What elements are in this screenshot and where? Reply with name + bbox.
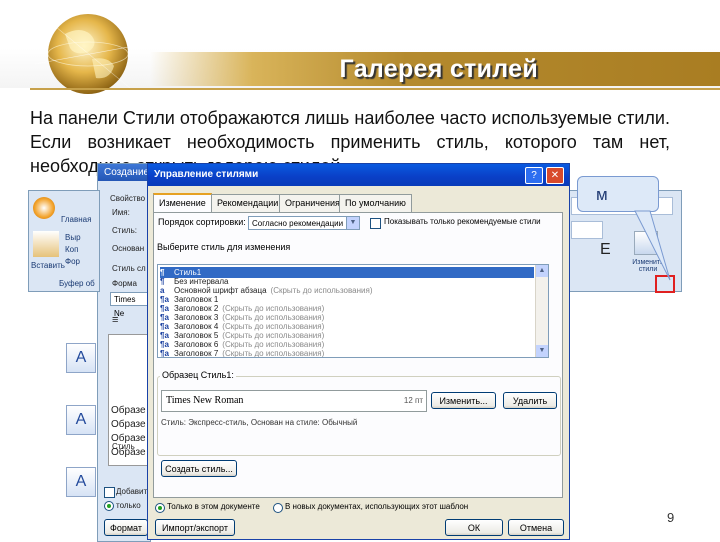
scroll-up-icon[interactable]: ▲ (536, 265, 548, 277)
only-this-doc-radio[interactable] (104, 501, 114, 511)
style-label: Стиль: (112, 226, 137, 235)
page-number: 9 (667, 510, 675, 525)
format-button[interactable]: Формат (104, 519, 148, 536)
scroll-down-icon[interactable]: ▼ (536, 345, 548, 357)
cut-label[interactable]: Выр (65, 233, 81, 242)
this-document-radio[interactable] (155, 503, 165, 513)
create-style-title: Создание (98, 164, 150, 181)
slide-header: Галерея стилей (0, 0, 720, 94)
tab-defaults[interactable]: По умолчанию (339, 194, 412, 212)
manage-styles-dialog: Управление стилями ? ✕ Изменение Рекомен… (147, 163, 570, 540)
select-style-label: Выберите стиль для изменения (157, 242, 291, 252)
globe-icon (34, 14, 146, 94)
style-note: (Скрыть до использования) (222, 349, 325, 358)
help-button[interactable]: ? (525, 167, 543, 184)
next-style-label: Стиль сл (112, 264, 146, 273)
office-button-icon[interactable] (33, 197, 55, 219)
style-description-text: Стиль: Экспресс-стиль, Основан на стиле:… (161, 418, 358, 427)
callout-bubble: м (577, 176, 659, 212)
add-to-gallery-checkbox[interactable] (104, 487, 115, 498)
recommended-only-label: Показывать только рекомендуемые стили (384, 217, 541, 226)
add-to-gallery-label: Добавит (116, 487, 148, 496)
modify-button[interactable]: Изменить... (431, 392, 496, 409)
preview-font-name: Times New Roman (166, 395, 244, 406)
ribbon-right-letter: Е (600, 241, 611, 258)
tab-edit[interactable]: Изменение (153, 193, 212, 213)
paste-label: Вставить (31, 261, 65, 270)
preview-font-size: 12 пт (403, 396, 423, 405)
import-export-button[interactable]: Импорт/экспорт (155, 519, 235, 536)
copy-label[interactable]: Коп (65, 245, 78, 254)
chevron-down-icon[interactable]: ▼ (346, 217, 359, 229)
tab-restrict[interactable]: Ограничения (279, 194, 346, 212)
clipboard-group-label: Буфер об (59, 279, 95, 288)
delete-button[interactable]: Удалить (503, 392, 557, 409)
callout-pointer (634, 210, 671, 281)
preview-line: Образе (111, 405, 146, 416)
new-style-button[interactable]: Создать стиль... (161, 460, 237, 477)
style-description: Стиль (112, 442, 135, 451)
name-label: Имя: (112, 208, 130, 217)
preview-label: Образец Стиль1: (160, 370, 236, 380)
callout-text: м (596, 185, 608, 204)
only-this-doc-label: только (116, 501, 141, 510)
manage-styles-icon[interactable]: A (66, 467, 96, 497)
font-combo[interactable]: Times Ne (110, 292, 148, 318)
cancel-button[interactable]: Отмена (508, 519, 564, 536)
based-on-label: Основан (112, 244, 145, 253)
sort-order-select[interactable]: Согласно рекомендации ▼ (248, 216, 360, 230)
style-preview-box: Times New Roman 12 пт (161, 390, 427, 412)
ribbon-right-field (571, 221, 603, 239)
ok-button[interactable]: ОК (445, 519, 503, 536)
ribbon-tab-home[interactable]: Главная (61, 215, 91, 224)
preview-group (157, 376, 561, 456)
preview-line: Образе (111, 419, 146, 430)
properties-label: Свойство (110, 194, 146, 203)
style-name: Заголовок 7 (174, 349, 219, 358)
paragraph-style-icon: ¶a (160, 349, 169, 358)
tab-recommend[interactable]: Рекомендации (211, 194, 285, 212)
format-painter-label[interactable]: Фор (65, 257, 80, 266)
this-document-label: Только в этом документе (167, 502, 260, 511)
new-documents-radio[interactable] (273, 503, 283, 513)
sort-order-value: Согласно рекомендации (252, 219, 344, 228)
header-divider (30, 88, 720, 90)
dialog-title: Управление стилями (148, 164, 569, 186)
format-label: Форма (112, 279, 137, 288)
styles-scrollbar[interactable]: ▲ ▼ (535, 265, 548, 357)
recommended-only-checkbox[interactable] (370, 218, 381, 229)
sort-order-label: Порядок сортировки: (158, 217, 246, 227)
style-inspector-icon[interactable]: A (66, 405, 96, 435)
close-button[interactable]: ✕ (546, 167, 564, 184)
create-style-window: Создание Свойство Имя: Стиль: Основан Ст… (97, 163, 151, 542)
styles-listbox[interactable]: ¶ Стиль1 ¶ Без интервала a Основной шрифт абз… (157, 264, 549, 358)
style-list-item[interactable]: ¶a Заголовок 7 (Скрыть до использования) (160, 348, 534, 358)
ribbon-strip: Главная Вставить Выр Коп Фор Буфер об (28, 190, 100, 292)
new-style-icon[interactable]: A (66, 343, 96, 373)
slide-title: Галерея стилей (339, 55, 538, 83)
new-documents-label: В новых документах, использующих этот ша… (285, 502, 469, 511)
paste-icon[interactable] (33, 231, 59, 257)
align-icon[interactable]: ≡ (112, 314, 118, 326)
